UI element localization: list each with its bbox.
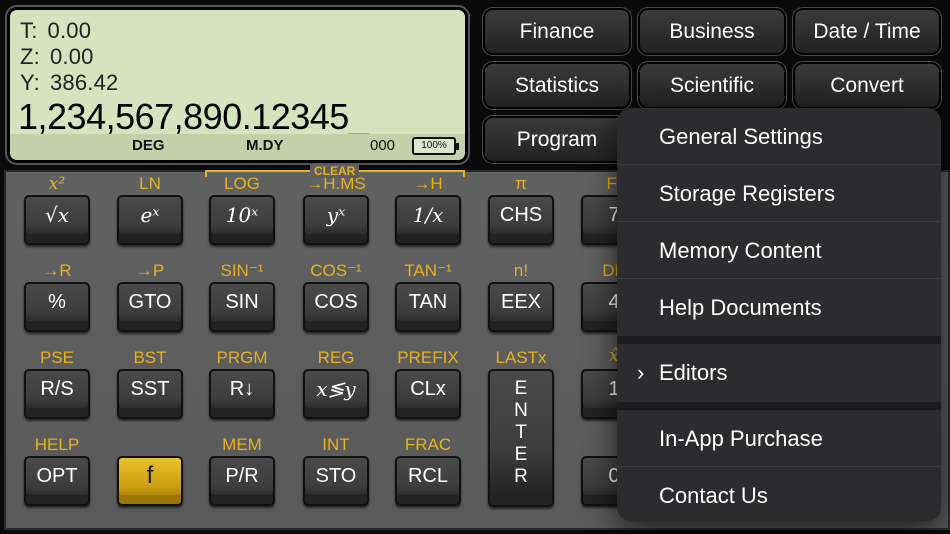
enter-key[interactable]: E N T E R <box>488 369 554 507</box>
f-shift-key[interactable]: f <box>117 456 183 506</box>
angle-mode-indicator: DEG <box>132 137 165 154</box>
tan-key[interactable]: TAN <box>395 282 461 332</box>
sin-key[interactable]: SIN <box>209 282 275 332</box>
swap-xy-key[interactable]: x≶y <box>303 369 369 419</box>
rcl-key[interactable]: RCL <box>395 456 461 506</box>
roll-down-key[interactable]: R↓ <box>209 369 275 419</box>
scientific-button[interactable]: Scientific <box>637 61 787 110</box>
sst-key[interactable]: SST <box>117 369 183 419</box>
f-label-prgm: PRGM <box>216 348 268 367</box>
f-label-ln: LN <box>139 174 161 193</box>
program-run-key[interactable]: P/R <box>209 456 275 506</box>
menu-item-help-documents[interactable]: Help Documents <box>617 279 941 336</box>
t-value: 0.00 <box>47 18 92 43</box>
date-time-button[interactable]: Date / Time <box>792 7 942 56</box>
f-label-pi: π <box>515 174 527 193</box>
clx-key[interactable]: CLx <box>395 369 461 419</box>
status-bar: DEG M.DY 000 100% <box>10 134 465 160</box>
menu-item-general-settings[interactable]: General Settings <box>617 108 941 165</box>
f-label-pse: PSE <box>39 348 75 367</box>
percent-key[interactable]: % <box>24 282 90 332</box>
reciprocal-key[interactable]: 1/x <box>395 195 461 245</box>
program-button[interactable]: Program <box>482 115 632 164</box>
f-label-frac: FRAC <box>404 435 452 454</box>
f-label-lastx: LASTx <box>495 348 547 367</box>
exp-key[interactable]: eˣ <box>117 195 183 245</box>
menu-item-storage-registers[interactable]: Storage Registers <box>617 165 941 222</box>
convert-button[interactable]: Convert <box>792 61 942 110</box>
statistics-button[interactable]: Statistics <box>482 61 632 110</box>
run-stop-key[interactable]: R/S <box>24 369 90 419</box>
f-label-to-r: →R <box>42 261 72 280</box>
y-value: 386.42 <box>49 70 119 95</box>
f-label-acos: COS⁻¹ <box>310 261 362 280</box>
f-label-mem: MEM <box>222 435 262 454</box>
cos-key[interactable]: COS <box>303 282 369 332</box>
chs-key[interactable]: CHS <box>488 195 554 245</box>
f-label-reg: REG <box>317 348 355 367</box>
menu-item-in-app-purchase[interactable]: In-App Purchase <box>617 410 941 467</box>
lcd-display: T: 0.00 Z: 0.00 Y: 386.42 1,234,567,890.123… <box>5 5 470 165</box>
eex-key[interactable]: EEX <box>488 282 554 332</box>
finance-button[interactable]: Finance <box>482 7 632 56</box>
menu-item-contact-us[interactable]: Contact Us <box>617 467 941 521</box>
y-register: Y: 386.42 <box>20 70 119 95</box>
menu-separator <box>617 402 941 410</box>
sqrt-key[interactable]: √x <box>24 195 90 245</box>
ten-power-key[interactable]: 10ˣ <box>209 195 275 245</box>
f-label-factorial: n! <box>513 261 529 280</box>
sto-key[interactable]: STO <box>303 456 369 506</box>
battery-icon: 100% <box>412 137 459 155</box>
z-register: Z: 0.00 <box>20 44 94 69</box>
f-label-x-squared: x² <box>48 174 66 194</box>
date-format-indicator: M.DY <box>246 137 284 154</box>
f-label-prefix: PREFIX <box>397 348 459 367</box>
program-step-indicator: 000 <box>370 137 396 154</box>
gto-key[interactable]: GTO <box>117 282 183 332</box>
f-label-int: INT <box>322 435 350 454</box>
menu-item-editors[interactable]: › Editors <box>617 344 941 402</box>
menu-item-editors-label: Editors <box>659 360 728 385</box>
opt-key[interactable]: OPT <box>24 456 90 506</box>
clear-label: CLEAR <box>310 164 360 178</box>
chevron-right-icon: › <box>637 360 645 385</box>
f-label-log: LOG <box>224 174 260 193</box>
settings-menu: General Settings Storage Registers Memor… <box>617 108 941 521</box>
f-label-to-h: →H <box>413 174 443 193</box>
t-register: T: 0.00 <box>20 18 92 43</box>
f-label-to-p: →P <box>135 261 165 280</box>
business-button[interactable]: Business <box>637 7 787 56</box>
menu-item-memory-content[interactable]: Memory Content <box>617 222 941 279</box>
f-label-bst: BST <box>133 348 167 367</box>
f-label-help: HELP <box>34 435 80 454</box>
menu-separator <box>617 336 941 344</box>
f-label-asin: SIN⁻¹ <box>220 261 264 280</box>
y-power-x-key[interactable]: yˣ <box>303 195 369 245</box>
f-label-atan: TAN⁻¹ <box>404 261 452 280</box>
x-register-value: 1,234,567,890.12345_ <box>18 96 369 137</box>
z-value: 0.00 <box>49 44 94 69</box>
